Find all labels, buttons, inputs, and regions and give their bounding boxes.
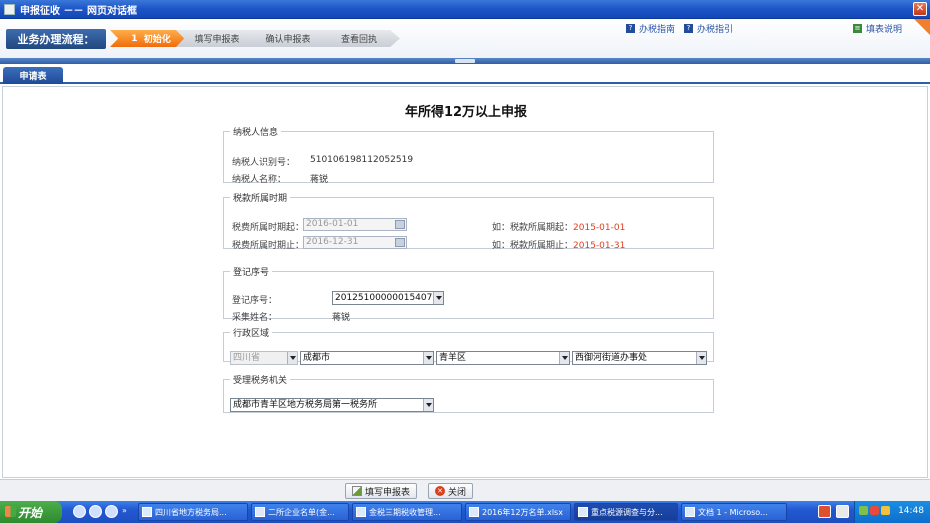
windows-logo-icon — [5, 506, 16, 517]
taxpayer-name-value: 蒋锐 — [310, 175, 329, 185]
chevron-down-icon — [287, 352, 297, 364]
taskbar-item[interactable]: 四川省地方税务局... — [138, 503, 248, 521]
chevron-down-icon — [559, 352, 569, 364]
chevron-down-icon — [423, 399, 433, 411]
windows-taskbar: 开始 » 四川省地方税务局... 二所企业名单(金... 金税三期税收管理...… — [0, 501, 930, 523]
browser-icon — [578, 507, 588, 517]
administrative-region-section: 行政区域 四川省 成都市 青羊区 西御河街道办事处 — [223, 326, 714, 365]
edit-icon — [352, 486, 362, 496]
period-start-label: 税费所属时期起： — [232, 223, 305, 233]
close-icon: ✕ — [435, 486, 445, 496]
taskbar-item-active[interactable]: 重点税源调查与分... — [574, 503, 678, 521]
link-tax-directions[interactable]: ? 办税指引 — [684, 22, 733, 35]
fill-form-button[interactable]: 填写申报表 — [345, 483, 418, 499]
form-content: 年所得12万以上申报 纳税人信息 纳税人识别号： 510106198112052… — [2, 86, 928, 478]
corner-decoration — [914, 19, 930, 35]
taxpayer-id-value: 510106198112052519 — [310, 155, 414, 165]
close-window-icon[interactable]: ✕ — [913, 2, 927, 16]
period-end-hint: 如：税款所属期止：2015-01-31 — [492, 241, 626, 251]
button-bar: 填写申报表 ✕ 关闭 — [0, 479, 930, 501]
calendar-icon[interactable] — [395, 238, 405, 247]
excel-icon — [255, 507, 265, 517]
tab-bar: 申请表 — [0, 64, 930, 84]
document-icon: ≡ — [853, 24, 862, 33]
taskbar-item[interactable]: 金税三期税收管理... — [352, 503, 462, 521]
close-button[interactable]: ✕ 关闭 — [428, 483, 474, 499]
browser-icon — [356, 507, 366, 517]
process-header: 业务办理流程： 1 初始化 填写申报表 确认申报表 查看回执 ? 办税指南 ? 办税… — [0, 19, 930, 59]
quicklaunch-icon[interactable] — [73, 505, 86, 518]
registration-section: 登记序号 登记序号： 20125100000015407232 采集姓名： 蒋锐 — [223, 265, 714, 323]
word-icon — [685, 507, 695, 517]
taxpayer-name-label: 纳税人名称： — [232, 175, 287, 185]
period-start-input[interactable]: 2016-01-01 — [303, 218, 407, 231]
taskbar-item[interactable]: 二所企业名单(金... — [251, 503, 349, 521]
step-label: 初始化 — [143, 35, 171, 45]
taxpayer-id-label: 纳税人识别号： — [232, 158, 296, 168]
chevron-down-icon — [423, 352, 433, 364]
street-select[interactable]: 西御河街道办事处 — [572, 351, 707, 365]
period-start-hint: 如：税款所属期起：2015-01-01 — [492, 223, 626, 233]
network-icon[interactable] — [859, 506, 868, 515]
section-legend: 纳税人信息 — [233, 128, 279, 138]
system-tray: 14:48 — [854, 501, 930, 523]
step-confirm-form[interactable]: 确认申报表 — [247, 30, 329, 47]
media-icon[interactable] — [105, 505, 118, 518]
tax-authority-select[interactable]: 成都市青羊区地方税务局第一税务所 — [230, 398, 434, 412]
app-icon — [4, 3, 15, 15]
hint-date: 2015-01-31 — [573, 241, 626, 251]
district-select[interactable]: 青羊区 — [436, 351, 570, 365]
security-icon[interactable] — [870, 506, 879, 515]
collector-name-label: 采集姓名： — [232, 313, 278, 323]
collector-name-value: 蒋锐 — [332, 313, 351, 323]
tax-authority-section: 受理税务机关 成都市青羊区地方税务局第一税务所 — [223, 373, 714, 413]
province-select: 四川省 — [230, 351, 298, 365]
tray-app-icon[interactable] — [818, 505, 831, 518]
process-label: 业务办理流程： — [6, 29, 106, 49]
step-view-receipt[interactable]: 查看回执 — [318, 30, 400, 47]
chevron-down-icon — [433, 292, 443, 304]
window-title: 申报征收 －－ 网页对话框 — [20, 5, 137, 17]
section-legend: 登记序号 — [233, 268, 270, 278]
ie-icon[interactable] — [89, 505, 102, 518]
period-end-label: 税费所属时期止： — [232, 241, 305, 251]
taxpayer-info-section: 纳税人信息 纳税人识别号： 510106198112052519 纳税人名称： … — [223, 125, 714, 185]
taskbar-item[interactable]: 文档 1 - Microso... — [681, 503, 787, 521]
registration-number-label: 登记序号： — [232, 296, 278, 306]
city-select[interactable]: 成都市 — [300, 351, 434, 365]
clock: 14:48 — [898, 506, 924, 516]
link-form-instructions[interactable]: ≡ 填表说明 — [853, 22, 902, 35]
chevron-icon[interactable]: » — [122, 506, 127, 515]
volume-icon[interactable] — [881, 506, 890, 515]
section-legend: 受理税务机关 — [233, 376, 288, 386]
help-icon: ? — [684, 24, 693, 33]
window-titlebar: 申报征收 －－ 网页对话框 ✕ — [0, 0, 930, 19]
period-end-input[interactable]: 2016-12-31 — [303, 236, 407, 249]
window-icon — [142, 507, 152, 517]
help-icon: ? — [626, 24, 635, 33]
tab-application[interactable]: 申请表 — [3, 67, 63, 84]
section-legend: 行政区域 — [233, 329, 270, 339]
step-number: 1 — [131, 33, 138, 44]
excel-icon — [469, 507, 479, 517]
step-fill-form[interactable]: 填写申报表 — [176, 30, 258, 47]
registration-number-select[interactable]: 20125100000015407232 — [332, 291, 444, 305]
taskbar-item[interactable]: 2016年12万名单.xlsx — [465, 503, 571, 521]
tax-period-section: 税款所属时期 税费所属时期起： 2016-01-01 如：税款所属期起：2015… — [223, 191, 714, 251]
link-tax-guide[interactable]: ? 办税指南 — [626, 22, 675, 35]
hint-date: 2015-01-01 — [573, 223, 626, 233]
chevron-down-icon — [696, 352, 706, 364]
page-title: 年所得12万以上申报 — [404, 105, 528, 120]
tray-app-icon[interactable] — [836, 505, 849, 518]
calendar-icon[interactable] — [395, 220, 405, 229]
section-legend: 税款所属时期 — [233, 194, 288, 204]
collapse-handle[interactable] — [455, 59, 475, 63]
start-button[interactable]: 开始 — [0, 501, 62, 523]
